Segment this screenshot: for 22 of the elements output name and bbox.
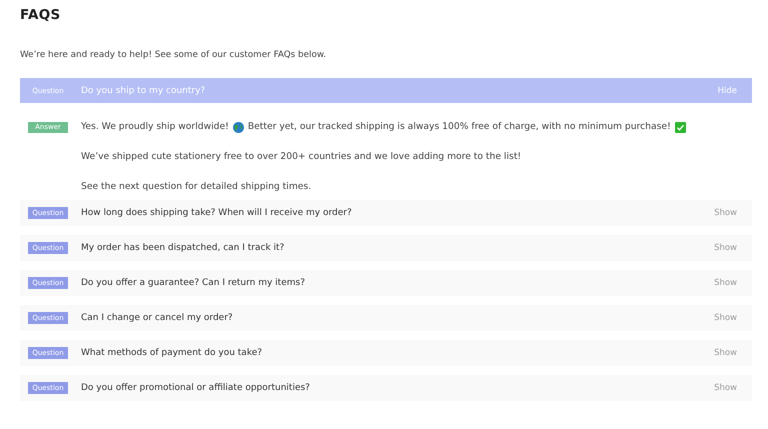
answer-text: We’ve shipped cute stationery free to over 200+ countries and we love adding more to the list!: [81, 150, 522, 164]
answer-text: Better yet, our tracked shipping is always 100% free of charge, with no minimum purchase!: [248, 120, 671, 134]
answer-text: Yes. We proudly ship worldwide!: [81, 120, 229, 134]
hide-toggle[interactable]: Hide: [718, 86, 737, 96]
check-mark-icon: [674, 122, 686, 132]
show-toggle[interactable]: Show: [714, 313, 737, 323]
question-text: How long does shipping take? When will I receive my order?: [81, 208, 353, 218]
show-toggle[interactable]: Show: [714, 278, 737, 288]
show-toggle[interactable]: Show: [714, 243, 737, 253]
intro-text: We’re here and ready to help! See some of our customer FAQs below.: [20, 50, 328, 60]
show-toggle[interactable]: Show: [714, 208, 737, 218]
question-text: Do you offer promotional or affiliate opportunities?: [81, 383, 311, 393]
show-toggle[interactable]: Show: [714, 383, 737, 393]
page-heading: FAQS: [20, 6, 62, 24]
question-text: What methods of payment do you take?: [81, 348, 264, 358]
question-text: My order has been dispatched, can I track it?: [81, 243, 286, 253]
question-text: Do you ship to my country?: [81, 86, 206, 96]
show-toggle[interactable]: Show: [714, 348, 737, 358]
question-text: Do you offer a guarantee? Can I return my items?: [81, 278, 306, 288]
answer-text: See the next question for detailed shipping times.: [81, 180, 312, 194]
globe-icon: [232, 122, 244, 132]
question-text: Can I change or cancel my order?: [81, 313, 234, 323]
